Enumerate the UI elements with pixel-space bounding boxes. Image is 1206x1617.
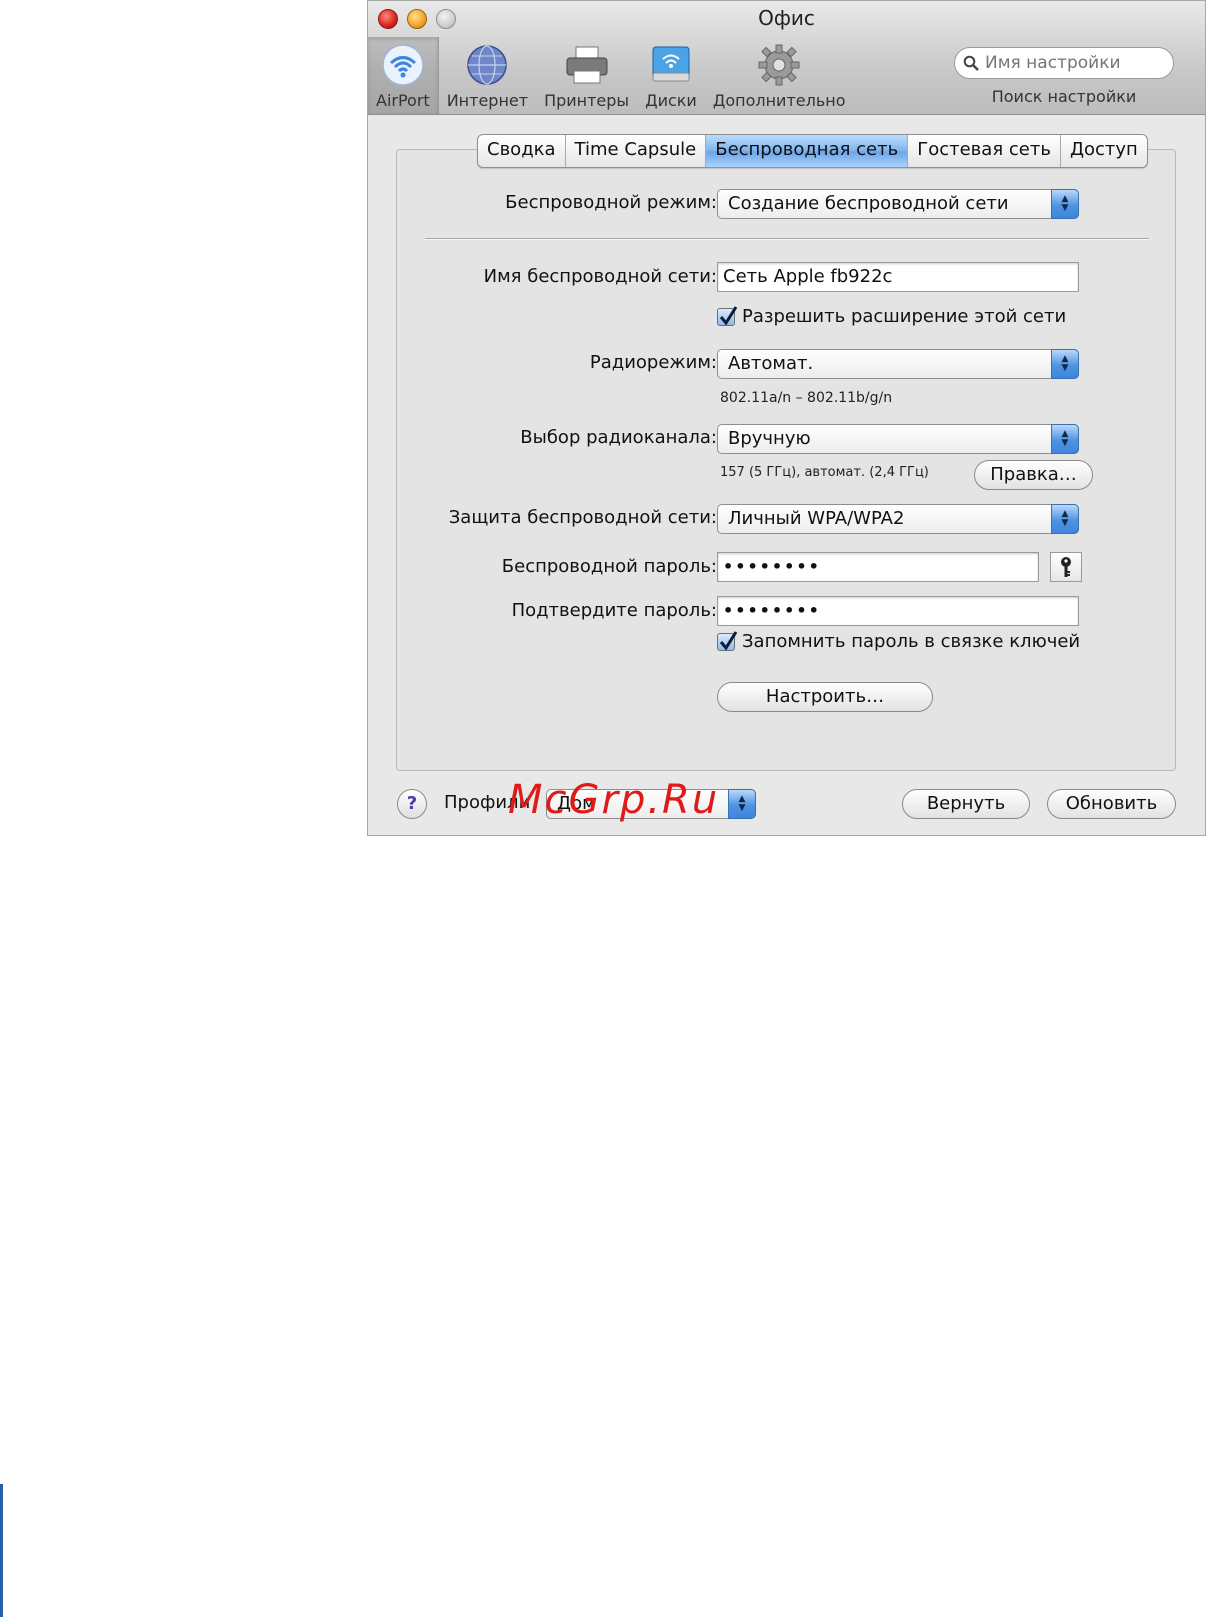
- checkbox-checked-icon: [717, 305, 738, 326]
- popup-arrows-icon: ▲ ▼: [728, 789, 756, 819]
- popup-arrows-icon: ▲ ▼: [1051, 424, 1079, 454]
- password-label: Беспроводной пароль:: [501, 556, 717, 577]
- disk-icon: [646, 40, 696, 90]
- channel-value: Вручную: [728, 428, 811, 449]
- bottom-bar: ? Профили Дом ▲ ▼ Вернуть Обновить McGrp.…: [368, 777, 1205, 827]
- popup-arrows-icon: ▲ ▼: [1051, 349, 1079, 379]
- page-margin-bar: [0, 1484, 3, 1617]
- help-button[interactable]: ?: [397, 789, 427, 819]
- separator: [425, 238, 1149, 240]
- printer-icon: [562, 40, 612, 90]
- keychain-button[interactable]: [1050, 552, 1082, 582]
- tab-guest-network[interactable]: Гостевая сеть: [908, 135, 1061, 167]
- toolbar-item-internet[interactable]: Интернет: [439, 37, 536, 114]
- radio-mode-label: Радиорежим:: [589, 352, 717, 373]
- wireless-mode-label: Беспроводной режим:: [505, 192, 717, 213]
- toolbar-label: Дополнительно: [712, 91, 846, 110]
- radio-mode-popup[interactable]: Автомат. ▲ ▼: [717, 349, 1079, 379]
- password-field[interactable]: ••••••••: [717, 552, 1039, 582]
- toolbar-label: Принтеры: [544, 91, 630, 110]
- security-label: Защита беспроводной сети:: [448, 507, 717, 528]
- popup-arrows-icon: ▲ ▼: [1051, 504, 1079, 534]
- window-title: Офис: [758, 6, 815, 30]
- toolbar: AirPort Интернет Принтеры Диски Дополнит…: [368, 37, 854, 114]
- toolbar-label: Диски: [645, 91, 697, 110]
- search-caption: Поиск настройки: [991, 87, 1137, 106]
- popup-arrows-icon: ▲ ▼: [1051, 189, 1079, 219]
- profile-value: Дом: [557, 793, 596, 814]
- channel-label: Выбор радиоканала:: [520, 427, 717, 448]
- titlebar: Офис AirPort Интернет Принтеры Диски Доп…: [368, 1, 1205, 115]
- allow-extend-label: Разрешить расширение этой сети: [742, 306, 1067, 327]
- search-field[interactable]: [954, 47, 1174, 79]
- revert-button[interactable]: Вернуть: [902, 789, 1030, 819]
- network-name-label: Имя беспроводной сети:: [483, 266, 717, 287]
- radio-mode-value: Автомат.: [728, 353, 814, 374]
- wireless-mode-popup[interactable]: Создание беспроводной сети ▲ ▼: [717, 189, 1079, 219]
- tab-bar: Сводка Time Capsule Беспроводная сеть Го…: [477, 134, 1148, 168]
- globe-icon: [462, 40, 512, 90]
- allow-extend-checkbox[interactable]: Разрешить расширение этой сети: [717, 305, 1067, 327]
- profiles-label: Профили: [444, 792, 531, 813]
- channel-popup[interactable]: Вручную ▲ ▼: [717, 424, 1079, 454]
- channel-hint: 157 (5 ГГц), автомат. (2,4 ГГц): [720, 465, 929, 480]
- toolbar-item-advanced[interactable]: Дополнительно: [705, 37, 854, 114]
- keychain-checkbox[interactable]: Запомнить пароль в связке ключей: [717, 630, 1081, 652]
- toolbar-item-disks[interactable]: Диски: [637, 37, 705, 114]
- network-name-field[interactable]: Сеть Apple fb922c: [717, 262, 1079, 292]
- confirm-password-field[interactable]: ••••••••: [717, 596, 1079, 626]
- tab-wireless[interactable]: Беспроводная сеть: [706, 135, 909, 167]
- channel-edit-button[interactable]: Правка…: [974, 460, 1093, 490]
- tab-summary[interactable]: Сводка: [478, 135, 566, 167]
- settings-panel: Сводка Time Capsule Беспроводная сеть Го…: [396, 134, 1176, 771]
- key-icon: [1061, 557, 1071, 577]
- airport-utility-window: Офис AirPort Интернет Принтеры Диски Доп…: [367, 0, 1206, 836]
- toolbar-label: Интернет: [446, 91, 529, 110]
- toolbar-item-printers[interactable]: Принтеры: [536, 37, 637, 114]
- update-button[interactable]: Обновить: [1047, 789, 1176, 819]
- confirm-password-label: Подтвердите пароль:: [511, 600, 717, 621]
- toolbar-item-airport[interactable]: AirPort: [368, 37, 439, 114]
- configure-button[interactable]: Настроить…: [717, 682, 933, 712]
- wireless-mode-value: Создание беспроводной сети: [728, 193, 1009, 214]
- security-popup[interactable]: Личный WPA/WPA2 ▲ ▼: [717, 504, 1079, 534]
- checkbox-checked-icon: [717, 630, 738, 651]
- airport-wifi-icon: [378, 40, 428, 90]
- search-icon: [963, 55, 979, 71]
- radio-mode-hint: 802.11a/n – 802.11b/g/n: [720, 390, 893, 406]
- gear-icon: [754, 40, 804, 90]
- profile-popup[interactable]: Дом ▲ ▼: [546, 789, 756, 819]
- tab-access[interactable]: Доступ: [1061, 135, 1147, 167]
- toolbar-label: AirPort: [376, 91, 430, 110]
- keychain-label: Запомнить пароль в связке ключей: [742, 631, 1081, 652]
- tab-time-capsule[interactable]: Time Capsule: [566, 135, 707, 167]
- security-value: Личный WPA/WPA2: [728, 508, 905, 529]
- search-input[interactable]: [983, 52, 1162, 74]
